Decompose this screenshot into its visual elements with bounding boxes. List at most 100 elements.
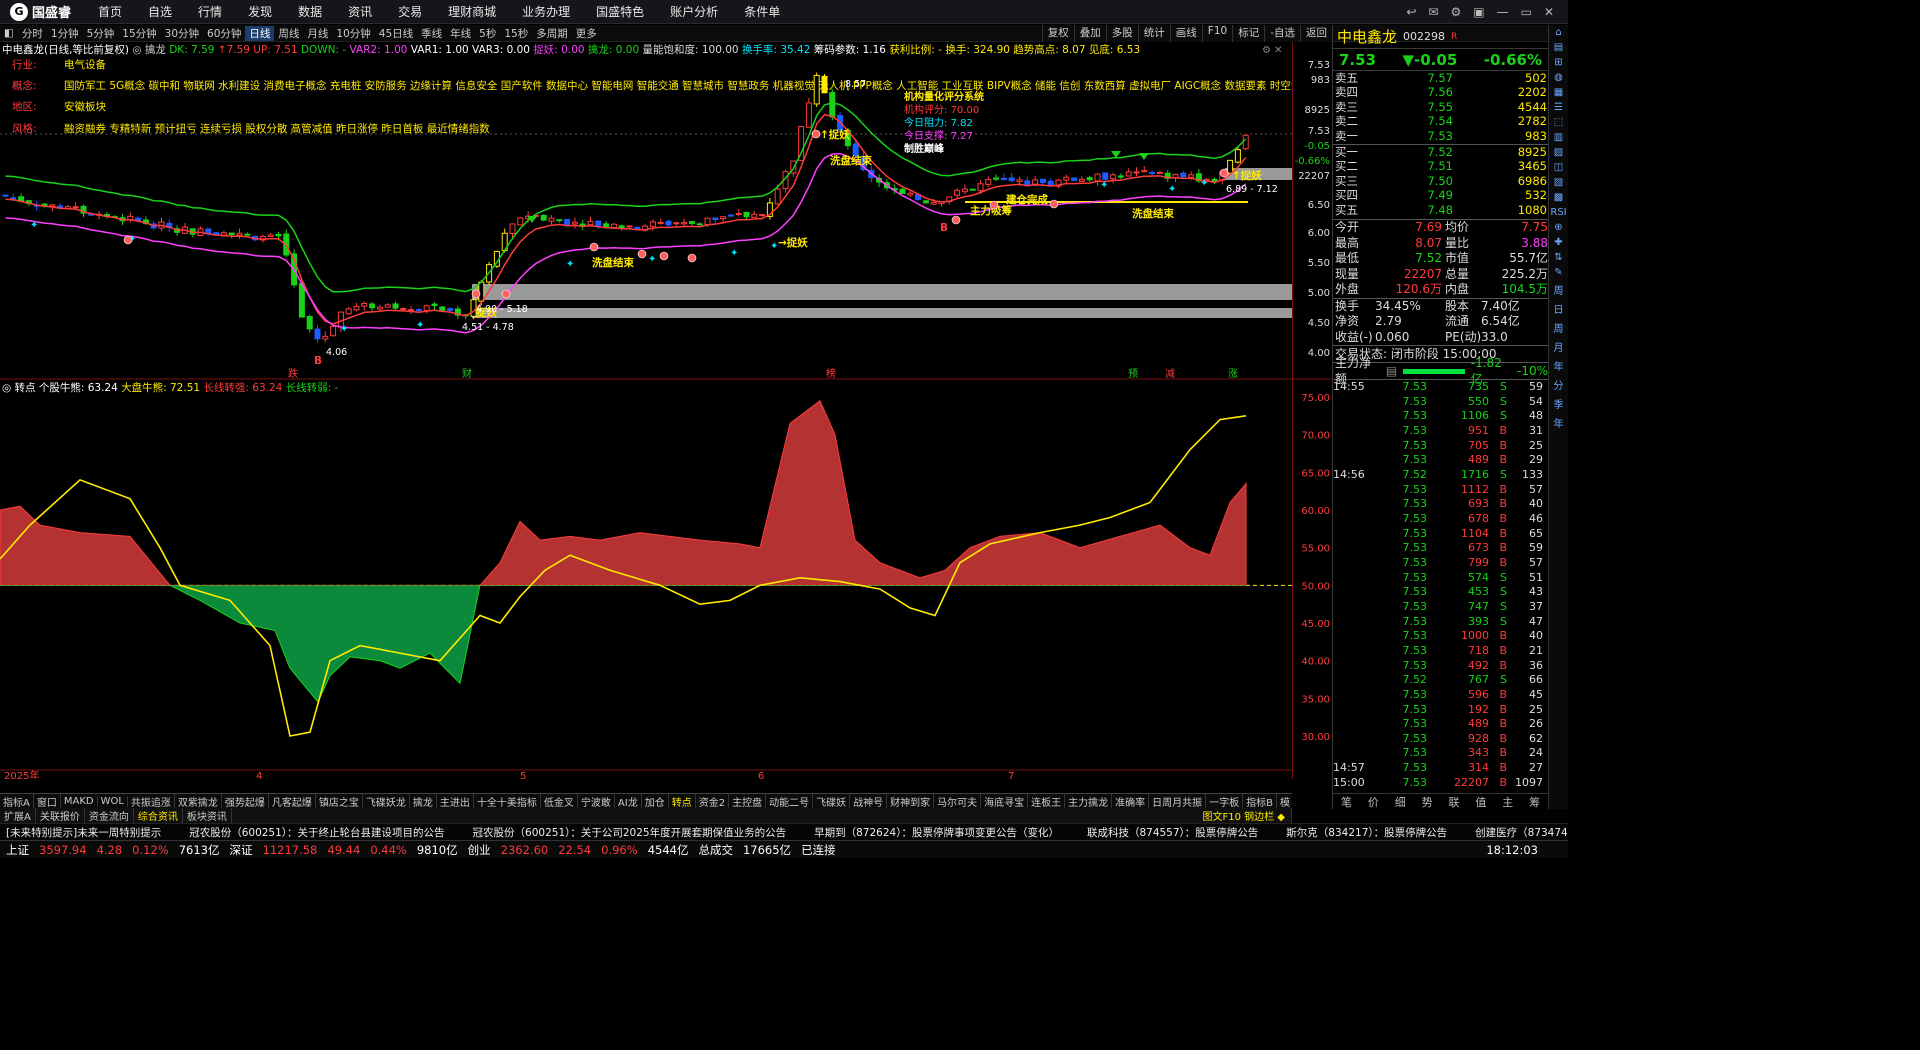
menu-item[interactable]: 资讯 [335,3,385,20]
window-control-icon[interactable]: ▭ [1521,5,1532,19]
window-control-icon[interactable]: ⚙ [1450,5,1461,19]
indicator-tab[interactable]: 主力擒龙 [1065,794,1113,808]
quote-footer-tab[interactable]: 筹 [1529,794,1540,809]
ob-price[interactable]: 7.55 [1383,100,1455,114]
period-tab[interactable]: 多周期 [532,26,572,41]
info-tab[interactable]: 板块资讯 [183,808,232,823]
side-tool-icon[interactable]: ✎ [1554,267,1562,278]
menu-item[interactable]: 理财商城 [435,3,509,20]
panel-toggle-icon[interactable]: ◧ [0,27,18,39]
period-tab[interactable]: 年线 [446,26,475,41]
side-tool-icon[interactable]: ⊞ [1554,57,1562,68]
sz-index[interactable]: 11217.58 [263,843,318,857]
indicator-tab[interactable]: 马尔可夫 [934,794,982,808]
window-control-icon[interactable]: ✉ [1428,5,1438,19]
tool-button[interactable]: F10 [1201,25,1232,42]
side-tool-icon[interactable]: 年 [1554,358,1564,373]
period-tab[interactable]: 30分钟 [161,26,203,41]
indicator-tab[interactable]: 连板王 [1028,794,1066,808]
indicator-tab[interactable]: MAKD [61,795,98,807]
indicator-tab[interactable]: 主进出 [437,794,474,808]
info-tab[interactable]: 扩展A [0,808,36,823]
tool-button[interactable]: 复权 [1041,25,1074,42]
menu-item[interactable]: 交易 [385,3,435,20]
tool-button[interactable]: -自选 [1264,25,1300,42]
indicator-tab[interactable]: 凡客起爆 [269,794,316,808]
mainnet-toggle-icon[interactable]: ▤ [1386,363,1397,379]
tool-button[interactable]: 统计 [1137,25,1170,42]
cy-index[interactable]: 2362.60 [501,843,549,857]
menu-item[interactable]: 首页 [85,3,135,20]
period-tab[interactable]: 10分钟 [332,26,374,41]
tool-button[interactable]: 返回 [1300,25,1332,42]
menu-item[interactable]: 自选 [135,3,185,20]
period-tab[interactable]: 15分钟 [118,26,160,41]
quote-footer-tab[interactable]: 价 [1368,794,1379,809]
menu-item[interactable]: 账户分析 [657,3,731,20]
info-tab[interactable]: 综合资讯 [134,808,183,823]
indicator-tab[interactable]: 指标B [1243,794,1277,808]
indicator-tab[interactable]: 共振追涨 [128,794,175,808]
side-tool-icon[interactable]: ⌂ [1555,27,1561,38]
period-tab[interactable]: 15秒 [500,26,532,41]
indicator-tab[interactable]: 准确率 [1112,794,1150,808]
indicator-tab[interactable]: 主控盘 [729,794,767,808]
quote-footer-tab[interactable]: 笔 [1341,794,1352,809]
indicator-tab[interactable]: 转点 [669,794,696,808]
f10-sidebar-toggle[interactable]: 图文F10 钢边栏 ◆ [1198,808,1292,823]
window-control-icon[interactable]: ↩ [1406,5,1416,19]
side-tool-icon[interactable]: ◫ [1554,162,1563,173]
tool-button[interactable]: 叠加 [1073,25,1106,42]
quote-footer-tab[interactable]: 联 [1448,794,1459,809]
menu-item[interactable]: 业务办理 [509,3,583,20]
side-tool-icon[interactable]: 季 [1554,396,1564,411]
menu-item[interactable]: 条件单 [731,3,793,20]
ob-price[interactable]: 7.51 [1383,159,1455,173]
indicator-tab[interactable]: 一字板 [1206,794,1244,808]
side-tool-icon[interactable]: 月 [1554,339,1564,354]
indicator-tab[interactable]: WOL [98,795,128,807]
side-tool-icon[interactable]: 周 [1554,320,1564,335]
period-tab[interactable]: 更多 [572,26,601,41]
menu-item[interactable]: 国盛特色 [583,3,657,20]
indicator-tab[interactable]: 资金2 [696,794,730,808]
window-control-icon[interactable]: — [1497,5,1509,19]
side-tool-icon[interactable]: ▩ [1554,192,1563,203]
side-tool-icon[interactable]: ⬚ [1554,117,1563,128]
period-tab[interactable]: 1分钟 [47,26,83,41]
side-tool-icon[interactable]: ⇅ [1554,252,1562,263]
period-tab[interactable]: 45日线 [375,26,417,41]
indicator-tab[interactable]: 宁波敢 [578,794,615,808]
app-logo[interactable]: G 国盛睿 [0,2,85,21]
sh-index[interactable]: 3597.94 [39,843,87,857]
indicator-tab[interactable]: 低金叉 [541,794,578,808]
period-tab[interactable]: 5分钟 [83,26,119,41]
side-tool-icon[interactable]: 分 [1554,377,1564,392]
chart-settings-icon[interactable]: ⚙ ✕ [1262,45,1283,56]
news-item[interactable]: 创建医疗（873474）：股票停牌公 [1475,825,1568,840]
indicator-tab[interactable]: 日周月共振 [1149,794,1207,808]
tick-list[interactable]: 14:55 7.53 735 S 59 7.53 550 S 54 7.53 1106 S 48 7.53… [1333,379,1548,790]
side-tool-icon[interactable]: RSI [1550,207,1566,218]
period-tab[interactable]: 60分钟 [203,26,245,41]
indicator-tab[interactable]: 加仓 [642,794,669,808]
news-item[interactable]: 冠农股份（600251）：关于公司2025年度开展套期保值业务的公告 [473,825,787,840]
news-item[interactable]: 早期到（872624）：股票停牌事项变更公告（变化） [814,825,1059,840]
side-tool-icon[interactable]: ◍ [1554,72,1563,83]
side-tool-icon[interactable]: ☰ [1554,102,1563,113]
indicator-tab[interactable]: AI龙 [615,794,642,808]
indicator-tab[interactable]: 强势起爆 [222,794,269,808]
indicator-tab[interactable]: 飞碟妖龙 [363,794,410,808]
indicator-tab[interactable]: 擒龙 [410,794,437,808]
indicator-tab[interactable]: 镇店之宝 [316,794,363,808]
kline-chart[interactable]: 中电鑫龙(日线,等比前复权) ◎ 擒龙 DK: 7.59 ↑7.59 UP: 7… [0,42,1292,779]
quote-footer-tab[interactable]: 势 [1422,794,1433,809]
period-tab[interactable]: 5秒 [475,26,500,41]
ob-price[interactable]: 7.52 [1383,145,1455,159]
ob-price[interactable]: 7.56 [1383,85,1455,99]
indicator-tab[interactable]: 财神到家 [887,794,935,808]
indicator-tab[interactable]: 海底寻宝 [981,794,1029,808]
menu-item[interactable]: 发现 [235,3,285,20]
tool-button[interactable]: 多股 [1105,25,1138,42]
period-tab[interactable]: 月线 [303,26,332,41]
